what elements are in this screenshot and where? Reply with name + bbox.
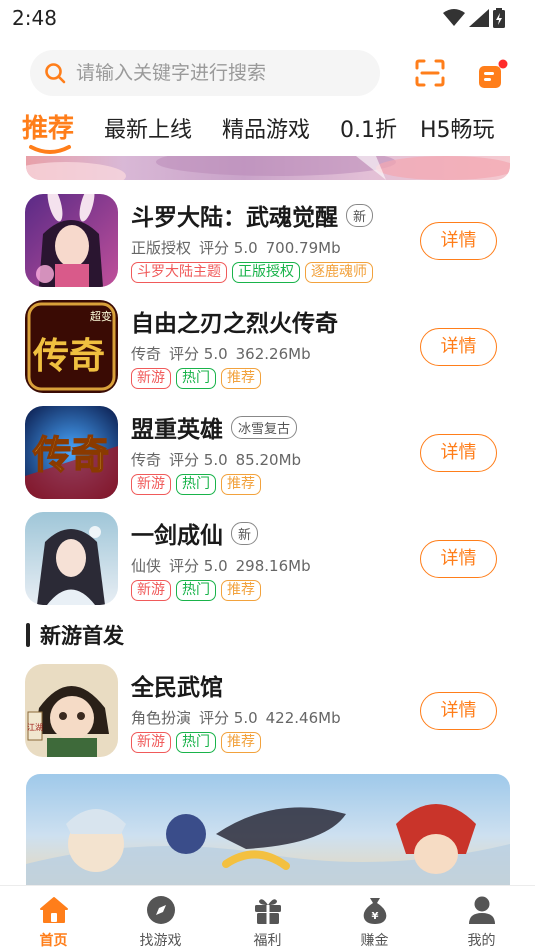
section-header: 新游首发	[26, 620, 124, 650]
nav-label: 我的	[467, 933, 496, 949]
search-bar[interactable]	[30, 50, 380, 96]
tag: 新游	[131, 732, 171, 753]
list-item[interactable]: 传奇 超变 自由之刃之烈火传奇 传奇 评分 5.0 362.26Mb 新游 热门 推…	[0, 300, 535, 400]
tag: 正版授权	[232, 262, 300, 283]
tag-list: 新游 热门 推荐	[131, 580, 261, 601]
category-tabs: 推荐 最新上线 精品游戏 0.1折 H5畅玩	[0, 104, 535, 156]
tag: 推荐	[221, 580, 261, 601]
signal-icon	[469, 9, 489, 27]
tag: 新游	[131, 368, 171, 389]
tag: 推荐	[221, 732, 261, 753]
list-item[interactable]: 一剑成仙新 仙侠 评分 5.0 298.16Mb 新游 热门 推荐 详情	[0, 512, 535, 612]
tag: 新游	[131, 580, 171, 601]
title-badge: 新	[231, 522, 259, 545]
message-icon[interactable]	[475, 58, 509, 92]
game-title: 一剑成仙新	[131, 516, 259, 550]
tab-premium-games[interactable]: 精品游戏	[222, 112, 310, 144]
status-bar: 2:48	[0, 0, 535, 36]
tag: 新游	[131, 474, 171, 495]
banner-art	[26, 804, 510, 886]
game-icon: 江湖	[25, 664, 118, 757]
tag: 斗罗大陆主题	[131, 262, 227, 283]
svg-text:江湖: 江湖	[27, 723, 43, 732]
tag: 逐鹿魂师	[305, 262, 373, 283]
game-title: 全民武馆	[131, 675, 223, 701]
section-title: 新游首发	[40, 624, 124, 648]
money-bag-icon: ¥	[363, 898, 386, 924]
svg-text:传奇: 传奇	[32, 432, 109, 477]
home-icon	[39, 897, 68, 923]
nav-label: 找游戏	[139, 933, 182, 949]
detail-button[interactable]: 详情	[420, 692, 497, 730]
svg-text:传奇: 传奇	[32, 335, 105, 377]
tag-list: 新游 热门 推荐	[131, 368, 261, 389]
detail-button[interactable]: 详情	[420, 540, 497, 578]
section-bar	[26, 623, 30, 647]
game-meta: 仙侠 评分 5.0 298.16Mb	[131, 557, 311, 575]
tag: 热门	[176, 580, 216, 601]
nav-label: 赚金	[360, 933, 389, 949]
user-icon	[468, 896, 495, 924]
detail-button[interactable]: 详情	[420, 222, 497, 260]
banner-art	[26, 156, 510, 180]
game-meta: 正版授权 评分 5.0 700.79Mb	[131, 239, 341, 257]
status-time: 2:48	[12, 6, 57, 30]
detail-button[interactable]: 详情	[420, 434, 497, 472]
tag: 热门	[176, 732, 216, 753]
tag: 推荐	[221, 368, 261, 389]
scan-icon[interactable]	[414, 58, 446, 88]
game-meta: 传奇 评分 5.0 362.26Mb	[131, 345, 311, 363]
title-badge: 新	[346, 204, 374, 227]
list-item[interactable]: 传奇 盟重英雄 冰雪复古 传奇 评分 5.0 85.20Mb 新游 热门 推荐 详情	[0, 406, 535, 506]
search-icon	[45, 63, 66, 84]
status-icons	[443, 8, 505, 28]
tag: 热门	[176, 368, 216, 389]
wifi-icon	[443, 9, 465, 26]
battery-icon	[493, 8, 505, 28]
search-input[interactable]	[76, 62, 366, 84]
tag: 热门	[176, 474, 216, 495]
bottom-nav: 首页 找游戏 福利 ¥ 赚金 我的	[0, 885, 535, 951]
game-title: 自由之刃之烈火传奇	[131, 311, 338, 337]
nav-mine[interactable]: 我的	[428, 886, 535, 951]
tag-list: 斗罗大陆主题 正版授权 逐鹿魂师	[131, 262, 373, 283]
tag: 推荐	[221, 474, 261, 495]
gift-icon	[254, 899, 281, 924]
svg-text:超变: 超变	[90, 309, 112, 323]
compass-icon	[146, 896, 175, 924]
nav-welfare[interactable]: 福利	[214, 886, 321, 951]
game-icon: 传奇	[25, 406, 118, 499]
top-banner[interactable]	[26, 156, 510, 180]
nav-earn[interactable]: ¥ 赚金	[321, 886, 428, 951]
nav-find-games[interactable]: 找游戏	[107, 886, 214, 951]
tab-active-indicator	[29, 145, 71, 154]
detail-button[interactable]: 详情	[420, 328, 497, 366]
game-icon	[25, 512, 118, 605]
game-icon	[25, 194, 118, 287]
nav-home[interactable]: 首页	[0, 886, 107, 951]
nav-label: 首页	[39, 933, 68, 949]
game-meta: 传奇 评分 5.0 85.20Mb	[131, 451, 302, 469]
tab-recommend[interactable]: 推荐	[22, 108, 74, 145]
title-badge: 冰雪复古	[231, 416, 298, 439]
game-meta: 角色扮演 评分 5.0 422.46Mb	[131, 709, 341, 727]
game-title: 盟重英雄 冰雪复古	[131, 410, 298, 444]
tab-new-online[interactable]: 最新上线	[104, 112, 192, 144]
nav-label: 福利	[253, 933, 282, 949]
tag-list: 新游 热门 推荐	[131, 732, 261, 753]
game-title: 斗罗大陆：武魂觉醒新	[131, 198, 374, 232]
tab-h5[interactable]: H5畅玩	[420, 112, 495, 144]
game-icon: 传奇 超变	[25, 300, 118, 393]
list-item[interactable]: 斗罗大陆：武魂觉醒新 正版授权 评分 5.0 700.79Mb 斗罗大陆主题 正版授…	[0, 194, 535, 294]
svg-text:¥: ¥	[371, 911, 378, 922]
tag-list: 新游 热门 推荐	[131, 474, 261, 495]
list-item[interactable]: 江湖 全民武馆 角色扮演 评分 5.0 422.46Mb 新游 热门 推荐 详情	[0, 664, 535, 764]
game-banner[interactable]	[26, 774, 510, 886]
tab-discount[interactable]: 0.1折	[340, 112, 397, 144]
